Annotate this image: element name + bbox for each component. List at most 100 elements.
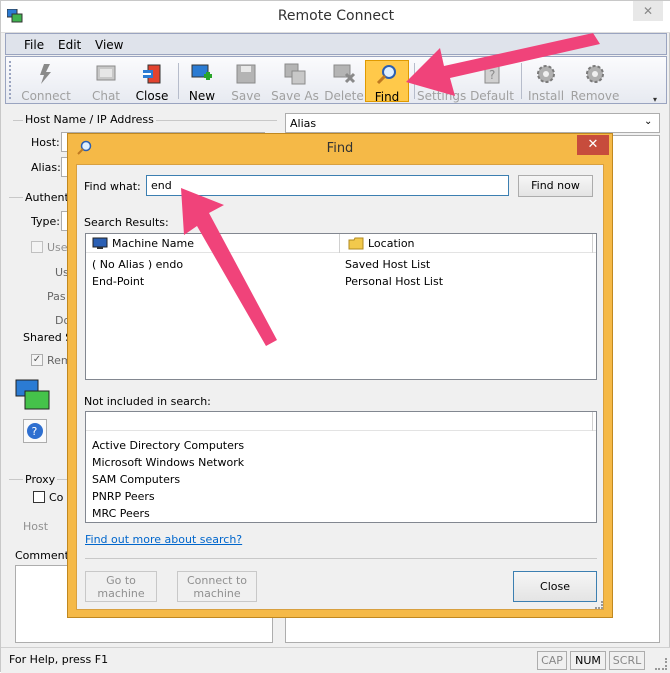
excluded-item[interactable]: MRC Peers	[92, 507, 150, 520]
computer-icon	[92, 237, 108, 249]
go-to-machine-line1: Go to	[106, 574, 136, 587]
find-what-input[interactable]: end	[146, 175, 509, 196]
svg-text:?: ?	[489, 68, 495, 82]
excluded-item[interactable]: Microsoft Windows Network	[92, 456, 244, 469]
default-page-icon: ?	[484, 64, 500, 84]
proxy-checkbox[interactable]	[33, 491, 45, 503]
menu-file[interactable]: File	[24, 38, 44, 52]
dialog-close-action-button[interactable]: Close	[513, 571, 597, 602]
excluded-header	[86, 412, 596, 431]
computers-icon	[15, 379, 50, 410]
find-what-value: end	[151, 179, 172, 192]
excluded-item[interactable]: SAM Computers	[92, 473, 180, 486]
add-computer-icon	[191, 64, 212, 80]
connect-to-machine-line2: machine	[193, 587, 241, 600]
resize-grip[interactable]	[655, 658, 667, 670]
scrl-indicator: SCRL	[609, 651, 645, 670]
not-included-label: Not included in search:	[84, 395, 211, 408]
host-group-title: Host Name / IP Address	[23, 113, 156, 126]
results-header: Machine Name Location	[86, 234, 596, 253]
floppy-disk-icon	[236, 64, 256, 84]
proxy-host-label: Host	[23, 520, 49, 533]
save-button[interactable]: Save	[224, 60, 268, 103]
menu-edit[interactable]: Edit	[58, 38, 81, 52]
search-results-label: Search Results:	[84, 216, 169, 229]
remember-checkbox[interactable]: ✓	[31, 354, 43, 366]
divider	[85, 558, 597, 559]
result-row-location[interactable]: Personal Host List	[345, 275, 443, 288]
toolbar-separator	[414, 63, 415, 99]
connect-button[interactable]: Connect	[18, 60, 74, 103]
excluded-item[interactable]: PNRP Peers	[92, 490, 155, 503]
window-close-button[interactable]: ✕	[633, 1, 663, 21]
num-indicator: NUM	[570, 651, 606, 670]
find-now-button[interactable]: Find now	[518, 175, 593, 197]
col-location[interactable]: Location	[368, 237, 415, 250]
result-row-machine[interactable]: ( No Alias ) endo	[92, 258, 183, 271]
help-button[interactable]: ?	[23, 419, 47, 443]
toolbar-separator	[521, 63, 522, 99]
exit-door-icon	[143, 64, 161, 84]
settings-icon	[433, 66, 449, 82]
lightning-icon	[40, 64, 51, 84]
save-as-icon	[284, 63, 306, 85]
resize-grip[interactable]	[595, 601, 603, 609]
result-row-machine[interactable]: End-Point	[92, 275, 144, 288]
go-to-machine-button[interactable]: Go to machine	[85, 571, 157, 602]
folder-icon	[348, 237, 364, 250]
new-button[interactable]: New	[180, 60, 224, 103]
gear-icon	[537, 65, 555, 83]
column-divider	[592, 412, 593, 431]
use-checkbox[interactable]	[31, 241, 43, 253]
result-row-location[interactable]: Saved Host List	[345, 258, 430, 271]
close-button[interactable]: Close	[130, 60, 174, 103]
toolbar-separator	[178, 63, 179, 99]
chat-icon	[96, 65, 116, 81]
alias-dropdown-value: Alias	[290, 117, 317, 130]
delete-button[interactable]: Delete	[322, 60, 366, 103]
menu-view[interactable]: View	[95, 38, 123, 52]
find-button[interactable]: Find	[365, 60, 409, 104]
dialog-body: Find what: end Find now Search Results: …	[76, 164, 604, 610]
col-machine-name[interactable]: Machine Name	[112, 237, 194, 250]
install-button[interactable]: Install	[524, 60, 568, 103]
window-title: Remote Connect	[277, 8, 395, 24]
delete-computer-icon	[333, 64, 356, 84]
remove-button[interactable]: Remove	[570, 60, 620, 103]
use-label: Use	[47, 241, 68, 254]
find-what-label: Find what:	[84, 180, 141, 193]
proxy-group-title: Proxy	[23, 473, 58, 486]
toolbar: Connect Chat Close New Save Save As Dele…	[5, 56, 667, 104]
excluded-list[interactable]: Active Directory Computers Microsoft Win…	[85, 411, 597, 523]
alias-label: Alias:	[31, 161, 61, 174]
column-divider[interactable]	[339, 234, 340, 253]
proxy-check-label: Co	[49, 491, 64, 504]
dialog-close-button[interactable]: ✕	[577, 135, 609, 155]
magnifier-icon	[376, 65, 396, 85]
status-help-text: For Help, press F1	[9, 653, 109, 666]
toolbar-grip[interactable]	[9, 61, 12, 99]
excluded-item[interactable]: Active Directory Computers	[92, 439, 244, 452]
dialog-title: Find	[326, 141, 354, 156]
save-as-button[interactable]: Save As	[268, 60, 322, 103]
default-button[interactable]: ? Default	[468, 60, 516, 103]
find-more-link[interactable]: Find out more about search?	[85, 533, 242, 546]
title-bar: Remote Connect ✕	[1, 1, 670, 33]
type-label: Type:	[31, 215, 60, 228]
go-to-machine-line2: machine	[97, 587, 145, 600]
alias-dropdown[interactable]: Alias ⌄	[285, 113, 660, 133]
help-icon: ?	[27, 423, 43, 439]
host-label: Host:	[31, 136, 60, 149]
connect-to-machine-line1: Connect to	[186, 574, 248, 587]
shared-label: Shared S	[23, 331, 73, 344]
chat-button[interactable]: Chat	[84, 60, 128, 103]
cap-indicator: CAP	[537, 651, 567, 670]
chevron-down-icon: ⌄	[644, 116, 653, 127]
svg-text:?: ?	[32, 425, 38, 438]
password-label: Pas	[47, 290, 66, 303]
connect-to-machine-button[interactable]: Connect to machine	[177, 571, 257, 602]
search-results-list[interactable]: Machine Name Location ( No Alias ) endo …	[85, 233, 597, 380]
column-divider	[592, 234, 593, 253]
toolbar-overflow-icon[interactable]: ▾	[653, 95, 657, 104]
settings-button[interactable]: Settings	[417, 60, 466, 103]
